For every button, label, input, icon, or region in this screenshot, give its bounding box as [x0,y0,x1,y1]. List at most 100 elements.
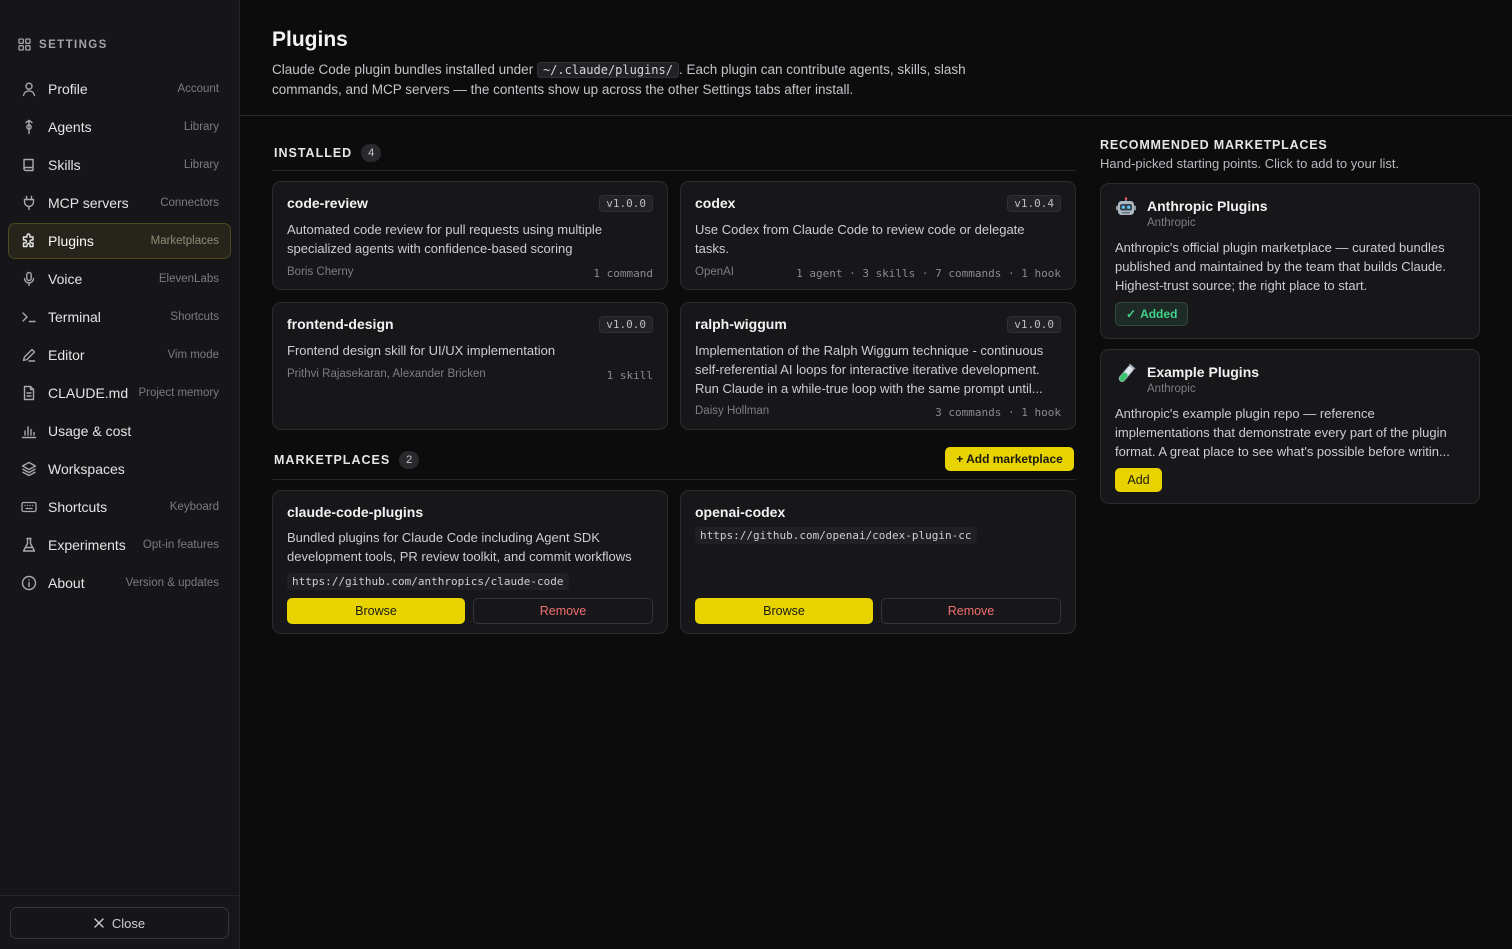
marketplace-name: claude-code-plugins [287,504,424,520]
recommended-card-anthropic-plugins: Anthropic Plugins Anthropic Anthropic's … [1100,183,1480,339]
sidebar-title: SETTINGS [39,38,108,51]
add-marketplace-button[interactable]: + Add marketplace [945,447,1074,471]
plugin-card-codex[interactable]: codex v1.0.4 Use Codex from Claude Code … [680,181,1076,290]
version-badge: v1.0.0 [1007,316,1061,333]
sidebar-item-claude-md[interactable]: CLAUDE.md Project memory [8,375,231,411]
added-badge: ✓ Added [1115,302,1189,326]
sidebar-item-sublabel: Library [183,121,219,133]
sidebar-item-label: Agents [48,119,92,135]
marketplace-description: Anthropic's example plugin repo — refere… [1115,406,1450,459]
plugin-author: Boris Cherny [287,266,354,278]
plugin-contents: 1 skill [606,369,653,382]
marketplace-name: Example Plugins [1147,364,1260,380]
sidebar-item-label: Profile [48,81,88,97]
installed-section-header: INSTALLED 4 [274,144,382,162]
plugin-card-ralph-wiggum[interactable]: ralph-wiggum v1.0.0 Implementation of th… [680,302,1076,430]
plugin-card-frontend-design[interactable]: frontend-design v1.0.0 Frontend design s… [272,302,668,430]
recommended-card-example-plugins: Example Plugins Anthropic Anthropic's ex… [1100,349,1480,504]
version-badge: v1.0.0 [599,316,653,333]
section-title: INSTALLED [274,146,353,160]
sidebar-item-label: Editor [48,347,85,363]
sidebar-item-agents[interactable]: Agents Library [8,109,231,145]
sidebar-item-sublabel: Library [183,159,219,171]
plugin-name: ralph-wiggum [695,316,787,332]
sidebar-item-terminal[interactable]: Terminal Shortcuts [8,299,231,335]
marketplace-description: Anthropic's official plugin marketplace … [1115,240,1446,293]
sidebar-item-sublabel: ElevenLabs [158,273,219,285]
marketplace-name: openai-codex [695,504,786,520]
marketplaces-section-header: MARKETPLACES 2 [274,451,420,469]
settings-window: SETTINGS Profile Account Agents Library … [0,0,1512,949]
sidebar-item-label: Plugins [48,233,94,249]
marketplace-publisher: Anthropic [1147,383,1196,395]
user-icon [21,81,37,97]
sidebar-item-sublabel: Shortcuts [170,311,219,323]
plugin-description: Use Codex from Claude Code to review cod… [695,222,1025,256]
remove-button[interactable]: Remove [473,598,653,624]
file-icon [21,385,37,401]
close-button[interactable]: Close [10,907,229,939]
plugin-card-code-review[interactable]: code-review v1.0.0 Automated code review… [272,181,668,290]
layers-icon [21,461,37,477]
sidebar-item-label: Terminal [48,309,101,325]
recommended-title: RECOMMENDED MARKETPLACES [1100,138,1328,152]
sidebar-item-experiments[interactable]: Experiments Opt-in features [8,527,231,563]
plugin-author: Prithvi Rajasekaran, Alexander Bricken [287,368,486,380]
plugin-description: Automated code review for pull requests … [287,222,603,256]
sidebar-footer: Close [0,895,239,949]
sidebar-item-sublabel: Keyboard [169,501,219,513]
sidebar-item-editor[interactable]: Editor Vim mode [8,337,231,373]
browse-button[interactable]: Browse [695,598,873,624]
sidebar-item-voice[interactable]: Voice ElevenLabs [8,261,231,297]
sidebar-item-label: Shortcuts [48,499,108,515]
marketplace-description: Bundled plugins for Claude Code includin… [287,530,632,564]
sidebar-item-skills[interactable]: Skills Library [8,147,231,183]
marketplaces-count-badge: 2 [399,451,420,469]
page-title: Plugins [272,28,348,51]
sidebar-item-label: Workspaces [48,461,125,477]
marketplace-publisher: Anthropic [1147,217,1196,229]
marketplace-url: https://github.com/openai/codex-plugin-c… [695,527,977,544]
info-icon [21,575,37,591]
sidebar-item-label: Usage & cost [48,423,132,439]
desc-text: Claude Code plugin bundles installed und… [272,62,537,77]
sidebar-item-plugins[interactable]: Plugins Marketplaces [8,223,231,259]
sidebar-item-sublabel: Account [177,83,219,95]
plugin-name: code-review [287,195,368,211]
close-icon [94,918,104,928]
page-header: Plugins Claude Code plugin bundles insta… [272,28,1032,100]
sidebar-item-mcp-servers[interactable]: MCP servers Connectors [8,185,231,221]
plugin-contents: 1 agent · 3 skills · 7 commands · 1 hook [796,267,1061,280]
plugin-name: frontend-design [287,316,394,332]
add-button[interactable]: Add [1115,468,1162,492]
sidebar-item-sublabel: Connectors [160,197,219,209]
sidebar-item-shortcuts[interactable]: Shortcuts Keyboard [8,489,231,525]
sidebar-item-usage-cost[interactable]: Usage & cost [8,413,231,449]
plugin-contents: 3 commands · 1 hook [935,406,1061,419]
installed-count-badge: 4 [361,144,382,162]
sidebar: SETTINGS Profile Account Agents Library … [0,0,240,949]
remove-button[interactable]: Remove [881,598,1061,624]
sidebar-item-workspaces[interactable]: Workspaces [8,451,231,487]
section-title: MARKETPLACES [274,453,391,467]
test-tube-icon [1118,363,1136,382]
plugin-description: Implementation of the Ralph Wiggum techn… [695,343,1044,396]
sidebar-item-sublabel: Project memory [138,387,219,399]
sidebar-item-label: Voice [48,271,83,287]
marketplace-name: Anthropic Plugins [1147,198,1268,214]
recommended-header: RECOMMENDED MARKETPLACES Hand-picked sta… [1100,138,1399,171]
sidebar-item-profile[interactable]: Profile Account [8,71,231,107]
marketplace-url: https://github.com/anthropics/claude-cod… [287,573,569,590]
sidebar-item-about[interactable]: About Version & updates [8,565,231,601]
marketplace-card-claude-code-plugins: claude-code-plugins Bundled plugins for … [272,490,668,634]
pencil-icon [21,347,37,363]
flask-icon [21,537,37,553]
keyboard-icon [21,499,37,515]
section-divider [272,170,1076,171]
sidebar-item-label: CLAUDE.md [48,385,129,401]
agent-icon [21,119,37,135]
browse-button[interactable]: Browse [287,598,465,624]
version-badge: v1.0.0 [599,195,653,212]
book-icon [21,157,37,173]
plug-icon [21,195,37,211]
